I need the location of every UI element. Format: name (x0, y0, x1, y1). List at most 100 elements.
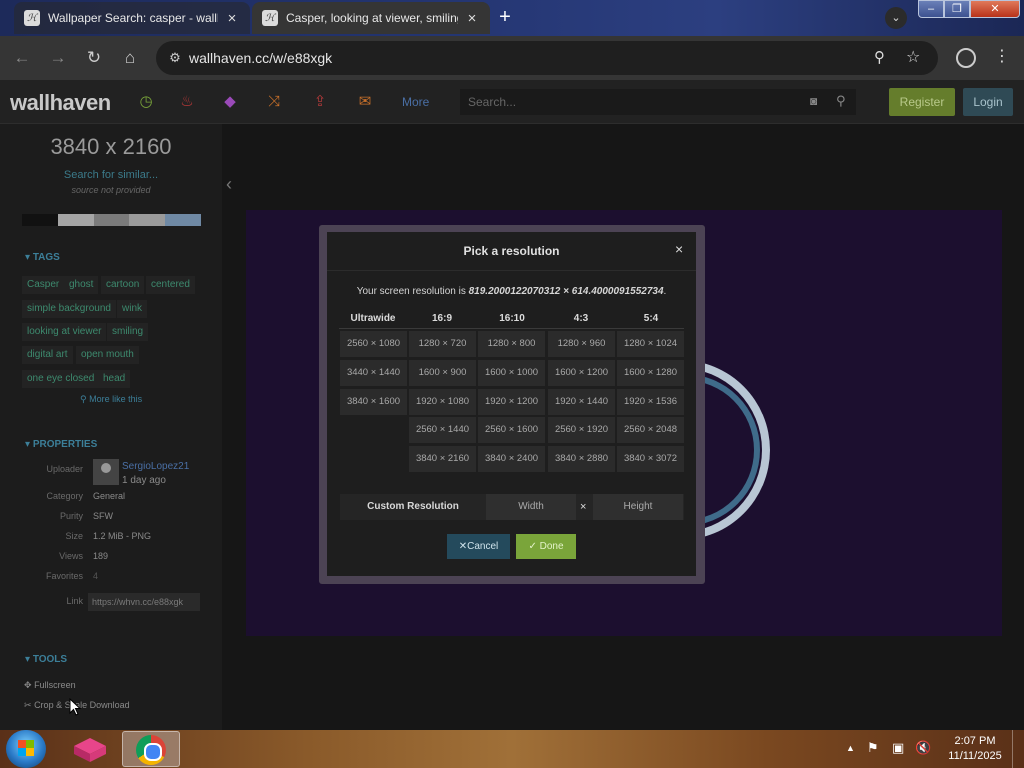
tools-header[interactable]: ▾ TOOLS (25, 654, 67, 665)
tag-item[interactable]: smiling (107, 323, 149, 341)
resolution-option[interactable]: 2560 × 2048 (617, 417, 684, 443)
more-menu[interactable]: More (402, 95, 429, 109)
wallpaper-resolution[interactable]: 3840 x 2160 (0, 134, 222, 160)
resolution-option[interactable]: 1920 × 1536 (617, 389, 684, 415)
tab-search-chevron-icon[interactable]: ⌄ (885, 7, 907, 29)
tag-item[interactable]: digital art (22, 346, 73, 364)
resolution-option[interactable]: 3840 × 2400 (478, 446, 545, 472)
chat-icon[interactable]: ✉ (356, 93, 374, 111)
tab-close-icon[interactable]: × (464, 10, 480, 27)
resolution-option[interactable]: 1280 × 960 (548, 331, 615, 357)
tag-item[interactable]: cartoon (101, 276, 145, 294)
tag-item[interactable]: wink (117, 300, 148, 318)
bookmark-star-icon[interactable]: ☆ (906, 47, 920, 67)
cancel-button[interactable]: ✕Cancel (447, 534, 510, 559)
more-like-this-link[interactable]: ⚲ More like this (80, 394, 142, 405)
volume-muted-icon[interactable]: 🔇 (915, 740, 931, 756)
resolution-option[interactable]: 1600 × 1200 (548, 360, 615, 386)
uploader-name[interactable]: SergioLopez21 (122, 461, 189, 472)
resolution-option[interactable]: 1920 × 1440 (548, 389, 615, 415)
resolution-option[interactable]: 2560 × 1920 (548, 417, 615, 443)
url-text[interactable]: wallhaven.cc/w/e88xgk (189, 50, 332, 66)
fire-icon[interactable]: ♨ (178, 93, 196, 111)
chevron-left-icon[interactable]: ‹ (226, 174, 232, 195)
width-input[interactable]: Width (486, 494, 576, 520)
menu-kebab-icon[interactable]: ⋮ (994, 46, 1010, 66)
home-icon[interactable]: ⌂ (118, 46, 142, 70)
resolution-option[interactable]: 1600 × 900 (409, 360, 476, 386)
resolution-option[interactable]: 3840 × 2880 (548, 446, 615, 472)
resolution-option[interactable]: 1920 × 1080 (409, 389, 476, 415)
clock-icon[interactable]: ◷ (137, 93, 155, 111)
search-similar-link[interactable]: Search for similar... (0, 169, 222, 181)
resolution-option[interactable]: 2560 × 1440 (409, 417, 476, 443)
resolution-option[interactable]: 1280 × 1024 (617, 331, 684, 357)
palette-swatch[interactable] (57, 214, 94, 226)
action-center-flag-icon[interactable]: ⚑ (867, 740, 879, 756)
reload-icon[interactable]: ↻ (82, 46, 106, 70)
resolution-option[interactable]: 1280 × 720 (409, 331, 476, 357)
network-icon[interactable]: ▣ (892, 740, 904, 756)
resolution-option[interactable]: 1280 × 800 (478, 331, 545, 357)
height-input[interactable]: Height (593, 494, 683, 520)
camera-icon[interactable]: ◙ (810, 94, 817, 108)
tag-item[interactable]: one eye closed (22, 370, 100, 388)
site-info-icon[interactable]: ⚙ (166, 49, 184, 67)
tag-item[interactable]: head (98, 370, 131, 388)
login-button[interactable]: Login (963, 88, 1013, 116)
tag-item[interactable]: simple background (22, 300, 116, 318)
register-button[interactable]: Register (889, 88, 955, 116)
maximize-icon[interactable]: ❐ (944, 0, 970, 18)
tag-item[interactable]: open mouth (76, 346, 139, 364)
minimize-icon[interactable]: – (918, 0, 944, 18)
palette-swatch[interactable] (165, 214, 201, 226)
forward-arrow-icon[interactable]: → (46, 46, 70, 70)
back-arrow-icon[interactable]: ← (10, 46, 34, 70)
avatar[interactable] (93, 459, 119, 485)
search-bar[interactable]: Search... ◙ ⚲ (460, 89, 856, 115)
address-bar[interactable]: ⚙ wallhaven.cc/w/e88xgk ⚲ ☆ (156, 41, 938, 75)
resolution-option[interactable]: 3440 × 1440 (340, 360, 407, 386)
start-button[interactable] (6, 730, 46, 768)
resolution-option[interactable]: 2560 × 1080 (340, 331, 407, 357)
new-tab-button[interactable]: + (494, 6, 516, 28)
zoom-icon[interactable]: ⚲ (874, 48, 885, 66)
resolution-option[interactable]: 3840 × 1600 (340, 389, 407, 415)
system-clock[interactable]: 2:07 PM 11/11/2025 (940, 734, 1010, 764)
tag-item[interactable]: ghost (64, 276, 99, 294)
resolution-option[interactable]: 1920 × 1200 (478, 389, 545, 415)
palette-swatch[interactable] (22, 214, 58, 226)
properties-header[interactable]: ▾ PROPERTIES (25, 439, 97, 450)
close-window-icon[interactable]: ✕ (970, 0, 1020, 18)
resolution-option[interactable]: 3840 × 2160 (409, 446, 476, 472)
browser-tab-search[interactable]: ℋ Wallpaper Search: casper - wallhaven × (14, 2, 250, 34)
tags-header[interactable]: ▾ TAGS (25, 252, 60, 263)
resolution-option[interactable]: 1600 × 1000 (478, 360, 545, 386)
site-logo[interactable]: wallhaven (10, 90, 111, 116)
short-link-field[interactable]: https://whvn.cc/e88xgk (88, 593, 200, 611)
fullscreen-tool[interactable]: ✥ Fullscreen (24, 680, 76, 691)
tag-item[interactable]: centered (146, 276, 195, 294)
resolution-option[interactable]: 1600 × 1280 (617, 360, 684, 386)
taskbar-app-icon[interactable] (72, 736, 108, 764)
resolution-option[interactable]: 2560 × 1600 (478, 417, 545, 443)
profile-icon[interactable] (956, 48, 976, 68)
shuffle-icon[interactable]: ⤨ (265, 93, 283, 111)
tab-close-icon[interactable]: × (224, 10, 240, 27)
favorites-value[interactable]: 4 (93, 571, 98, 581)
tag-item[interactable]: looking at viewer (22, 323, 107, 341)
taskbar-chrome-button[interactable] (122, 731, 180, 767)
browser-tab-active[interactable]: ℋ Casper, looking at viewer, smiling × (252, 2, 490, 34)
search-icon[interactable]: ⚲ (836, 93, 846, 109)
tag-item[interactable]: Casper (22, 276, 65, 294)
tray-expand-icon[interactable]: ▲ (846, 743, 855, 753)
close-icon[interactable]: × (675, 241, 683, 257)
palette-swatch[interactable] (93, 214, 130, 226)
done-button[interactable]: ✓ Done (516, 534, 576, 559)
resolution-option[interactable]: 3840 × 3072 (617, 446, 684, 472)
palette-swatch[interactable] (129, 214, 166, 226)
upload-icon[interactable]: ⇪ (311, 93, 329, 111)
search-input[interactable]: Search... (468, 95, 516, 109)
show-desktop-button[interactable] (1012, 730, 1024, 768)
gem-icon[interactable]: ◆ (221, 93, 239, 111)
